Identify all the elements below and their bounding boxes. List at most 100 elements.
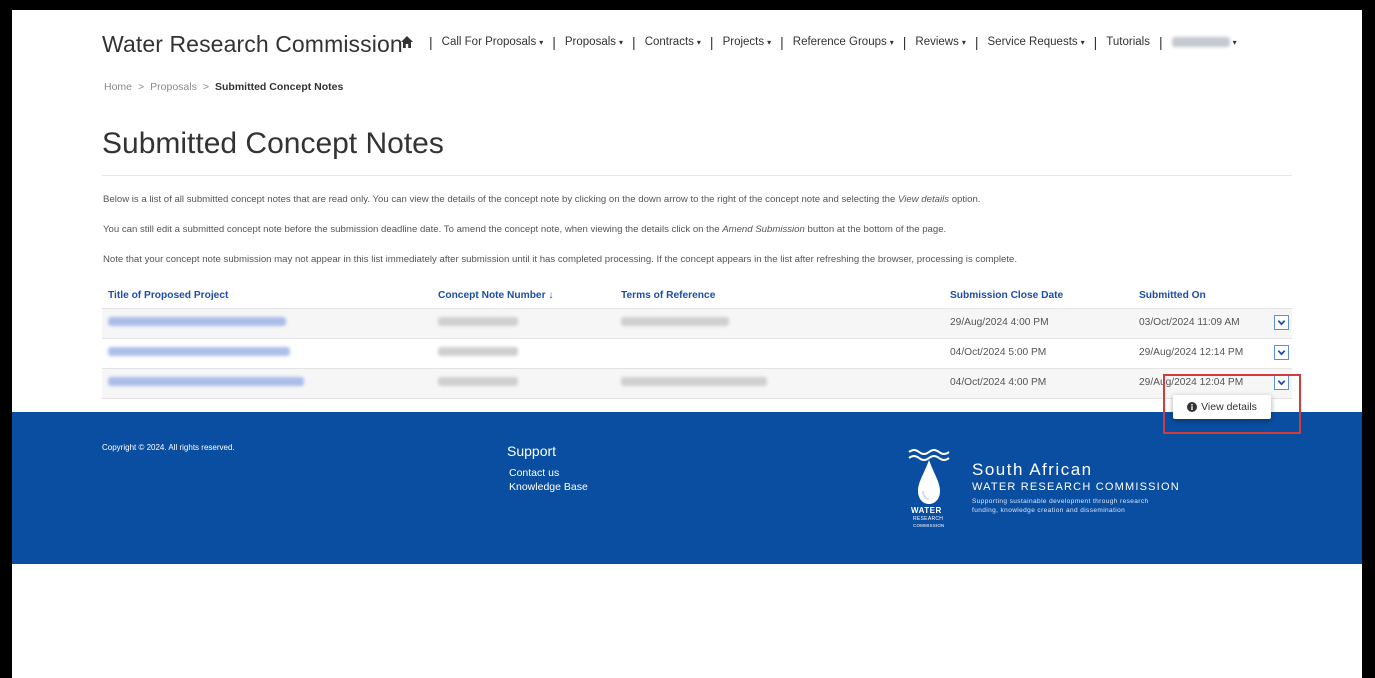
concept-note-number-redacted — [438, 347, 518, 359]
para-text: button at the bottom of the page. — [804, 224, 947, 235]
caret-down-icon: ▾ — [1080, 37, 1085, 47]
home-icon[interactable] — [400, 35, 414, 49]
nav-label: Proposals — [564, 36, 617, 48]
close-date: 04/Oct/2024 5:00 PM — [950, 347, 1047, 358]
chevron-down-icon — [1277, 350, 1286, 356]
caret-down-icon: ▾ — [539, 37, 544, 47]
nav-proposals[interactable]: Proposals ▾ — [565, 36, 623, 48]
page-title: Submitted Concept Notes — [102, 127, 444, 160]
caret-down-icon: ▾ — [961, 37, 966, 47]
nav-separator: | — [709, 34, 714, 50]
wrc-logo: South African WATER RESEARCH COMMISSION … — [900, 446, 1200, 536]
contact-us-link[interactable]: Contact us — [509, 467, 559, 479]
nav-call-for-proposals[interactable]: Call For Proposals ▾ — [442, 36, 544, 48]
water-drop-logo-icon — [908, 449, 950, 504]
knowledge-base-link[interactable]: Knowledge Base — [509, 481, 588, 493]
user-name-redacted — [1171, 37, 1230, 47]
nav-label: Contracts — [644, 36, 694, 48]
logo-water-text: WATER — [911, 506, 942, 515]
table-row: 04/Oct/2024 4:00 PM 29/Aug/2024 12:04 PM — [102, 368, 1292, 399]
project-title-link-redacted[interactable] — [108, 317, 286, 329]
chevron-down-icon — [1277, 380, 1286, 386]
nav-reviews[interactable]: Reviews ▾ — [915, 36, 965, 48]
col-header-number[interactable]: Concept Note Number ↓ — [438, 290, 553, 301]
nav-separator: | — [902, 34, 907, 50]
nav-separator: | — [632, 34, 636, 50]
caret-down-icon: ▾ — [1232, 37, 1237, 47]
nav-projects[interactable]: Projects ▾ — [723, 36, 772, 48]
table-row: 04/Oct/2024 5:00 PM 29/Aug/2024 12:14 PM — [102, 338, 1292, 368]
terms-of-reference-redacted — [621, 377, 767, 389]
logo-tagline-2: funding, knowledge creation and dissemin… — [972, 507, 1126, 514]
para-emphasis: Amend Submission — [722, 224, 805, 235]
nav-label: Reviews — [915, 36, 959, 48]
row-actions-menu[interactable]: View details — [1173, 395, 1271, 419]
breadcrumb-separator: > — [138, 81, 145, 93]
browser-viewport: Water Research Commission | Call For Pro… — [12, 10, 1362, 678]
nav-separator: | — [974, 34, 979, 50]
nav-label: Projects — [722, 36, 765, 48]
nav-separator: | — [780, 34, 784, 50]
para-emphasis: View details — [898, 194, 950, 205]
project-title-link-redacted[interactable] — [108, 347, 290, 359]
nav-separator: | — [1093, 34, 1098, 50]
row-actions-button[interactable] — [1274, 345, 1289, 360]
nav-label: Tutorials — [1106, 36, 1150, 48]
nav-separator: | — [429, 34, 433, 50]
intro-paragraph-2: You can still edit a submitted concept n… — [103, 224, 946, 235]
footer: Copyright © 2024. All rights reserved. S… — [12, 412, 1362, 564]
logo-commission-text: COMMISSION — [913, 523, 945, 528]
caret-down-icon: ▾ — [767, 37, 772, 47]
table-row: 29/Aug/2024 4:00 PM 03/Oct/2024 11:09 AM — [102, 308, 1292, 338]
title-divider — [102, 175, 1292, 176]
chevron-down-icon — [1277, 320, 1286, 326]
main-nav: | Call For Proposals ▾ | Proposals ▾ | Con… — [400, 34, 1237, 50]
col-header-terms[interactable]: Terms of Reference — [621, 290, 715, 301]
breadcrumb-proposals[interactable]: Proposals — [150, 81, 197, 93]
concept-note-number-redacted — [438, 377, 518, 389]
logo-research-text: RESEARCH — [913, 516, 944, 522]
caret-down-icon: ▾ — [619, 37, 624, 47]
col-header-submitted-on[interactable]: Submitted On — [1139, 290, 1206, 301]
submitted-on: 29/Aug/2024 12:14 PM — [1139, 347, 1244, 358]
nav-contracts[interactable]: Contracts ▾ — [645, 36, 701, 48]
row-actions-button[interactable] — [1274, 315, 1289, 330]
nav-label: Service Requests — [987, 36, 1078, 48]
info-circle-icon — [1187, 402, 1198, 412]
nav-user-menu[interactable]: ▾ — [1171, 37, 1237, 47]
nav-separator: | — [552, 34, 556, 50]
col-header-close-date[interactable]: Submission Close Date — [950, 290, 1063, 301]
intro-paragraph-3: Note that your concept note submission m… — [103, 254, 1017, 265]
nav-label: Call For Proposals — [441, 36, 537, 48]
support-heading: Support — [507, 443, 557, 459]
brand-title[interactable]: Water Research Commission — [102, 31, 403, 58]
breadcrumb-separator: > — [202, 81, 209, 93]
terms-of-reference-redacted — [621, 317, 729, 329]
project-title-link-redacted[interactable] — [108, 377, 304, 389]
row-actions-button[interactable] — [1274, 375, 1289, 390]
close-date: 04/Oct/2024 4:00 PM — [950, 377, 1047, 388]
sort-down-arrow-icon: ↓ — [548, 290, 554, 301]
para-text: Below is a list of all submitted concept… — [103, 194, 898, 205]
copyright: Copyright © 2024. All rights reserved. — [102, 443, 235, 452]
nav-separator: | — [1158, 34, 1163, 50]
logo-name-line-2: WATER RESEARCH COMMISSION — [972, 481, 1180, 493]
intro-paragraph-1: Below is a list of all submitted concept… — [103, 194, 981, 205]
concept-note-number-redacted — [438, 317, 518, 329]
col-header-number-label: Concept Note Number — [438, 290, 546, 301]
logo-name-line-1: South African — [972, 460, 1093, 479]
breadcrumb-current: Submitted Concept Notes — [215, 81, 344, 93]
breadcrumb-home[interactable]: Home — [104, 81, 132, 93]
breadcrumb: Home > Proposals > Submitted Concept Notes — [104, 81, 343, 93]
close-date: 29/Aug/2024 4:00 PM — [950, 317, 1049, 328]
para-text: You can still edit a submitted concept n… — [103, 224, 723, 235]
nav-service-requests[interactable]: Service Requests ▾ — [988, 36, 1085, 48]
caret-down-icon: ▾ — [696, 37, 701, 47]
nav-reference-groups[interactable]: Reference Groups ▾ — [793, 36, 894, 48]
nav-tutorials[interactable]: Tutorials — [1106, 36, 1150, 48]
view-details-menu-item[interactable]: View details — [1201, 401, 1257, 413]
col-header-title[interactable]: Title of Proposed Project — [108, 290, 228, 301]
caret-down-icon: ▾ — [889, 37, 894, 47]
nav-label: Reference Groups — [792, 36, 887, 48]
para-text: option. — [949, 194, 981, 205]
